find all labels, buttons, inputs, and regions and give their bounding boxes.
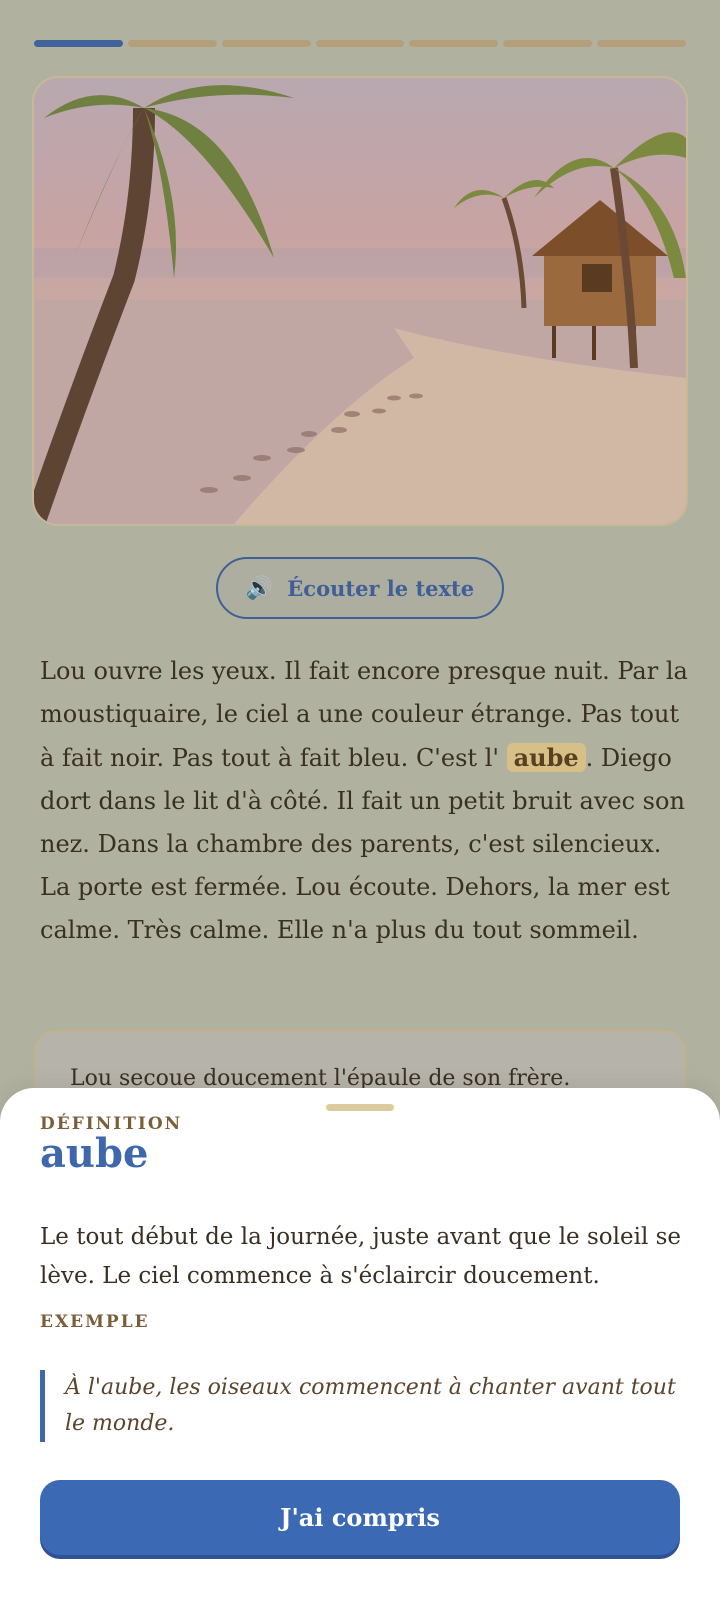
example-caption: EXEMPLE — [40, 1312, 150, 1332]
speaker-icon: 🔊 — [245, 575, 274, 601]
story-illustration — [34, 78, 686, 524]
understood-button[interactable]: J'ai compris — [40, 1480, 680, 1555]
definition-text: Le tout début de la journée, juste avant… — [40, 1224, 682, 1289]
definition-bottom-sheet: DÉFINITION aube Le tout début de la jour… — [0, 1088, 720, 1604]
progress-segment — [221, 40, 311, 47]
progress-segment — [315, 40, 405, 47]
listen-button-label: Écouter le texte — [287, 575, 475, 601]
story-progress-bar — [34, 40, 687, 47]
definition-term: aube — [40, 1130, 149, 1177]
progress-segment — [503, 40, 593, 47]
progress-segment — [409, 40, 499, 47]
progress-segment-current — [34, 40, 123, 47]
listen-text-button[interactable]: 🔊 Écouter le texte — [216, 557, 504, 619]
story-paragraph: Lou ouvre les yeux. Il fait encore presq… — [40, 650, 690, 952]
progress-segment — [597, 40, 687, 47]
progress-segment — [127, 40, 217, 47]
story-text-after: . Diego dort dans le lit d'à côté. Il fa… — [40, 744, 685, 944]
sheet-drag-handle[interactable] — [326, 1104, 394, 1111]
example-quote: À l'aube, les oiseaux commencent à chant… — [40, 1370, 686, 1442]
highlighted-word-aube[interactable]: aube — [506, 743, 586, 772]
